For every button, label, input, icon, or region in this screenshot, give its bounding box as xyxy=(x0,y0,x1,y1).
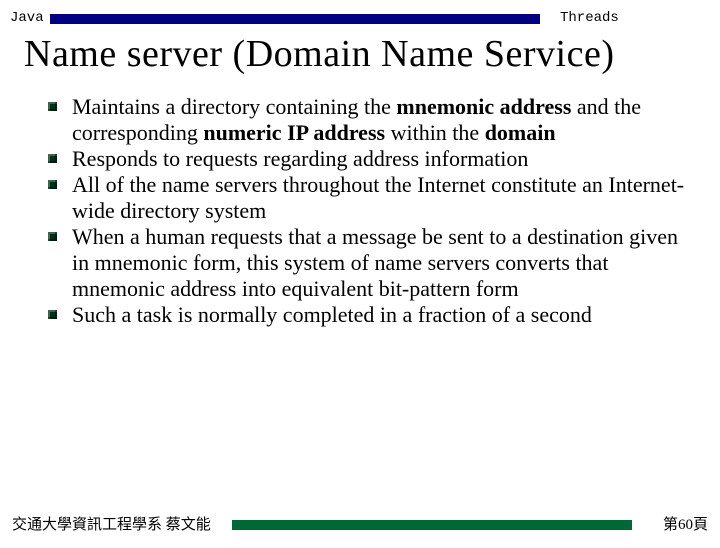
list-item: Responds to requests regarding address i… xyxy=(48,146,690,172)
slide-title: Name server (Domain Name Service) xyxy=(24,32,710,76)
bullet-list: Maintains a directory containing the mne… xyxy=(48,94,690,328)
header-divider xyxy=(50,14,540,24)
header-left-label: Java xyxy=(10,10,44,26)
list-item: When a human requests that a message be … xyxy=(48,224,690,302)
slide-content: Maintains a directory containing the mne… xyxy=(48,94,690,328)
list-item: All of the name servers throughout the I… xyxy=(48,172,690,224)
header-bar-region: Java Threads xyxy=(0,8,720,30)
list-item: Such a task is normally completed in a f… xyxy=(48,302,690,328)
header-right-label: Threads xyxy=(560,10,619,26)
footer-divider xyxy=(232,520,632,530)
footer-author: 交通大學資訊工程學系 蔡文能 xyxy=(12,513,211,534)
footer-region: 交通大學資訊工程學系 蔡文能 第60頁 xyxy=(0,514,720,534)
list-item: Maintains a directory containing the mne… xyxy=(48,94,690,146)
footer-page-number: 第60頁 xyxy=(663,513,708,534)
